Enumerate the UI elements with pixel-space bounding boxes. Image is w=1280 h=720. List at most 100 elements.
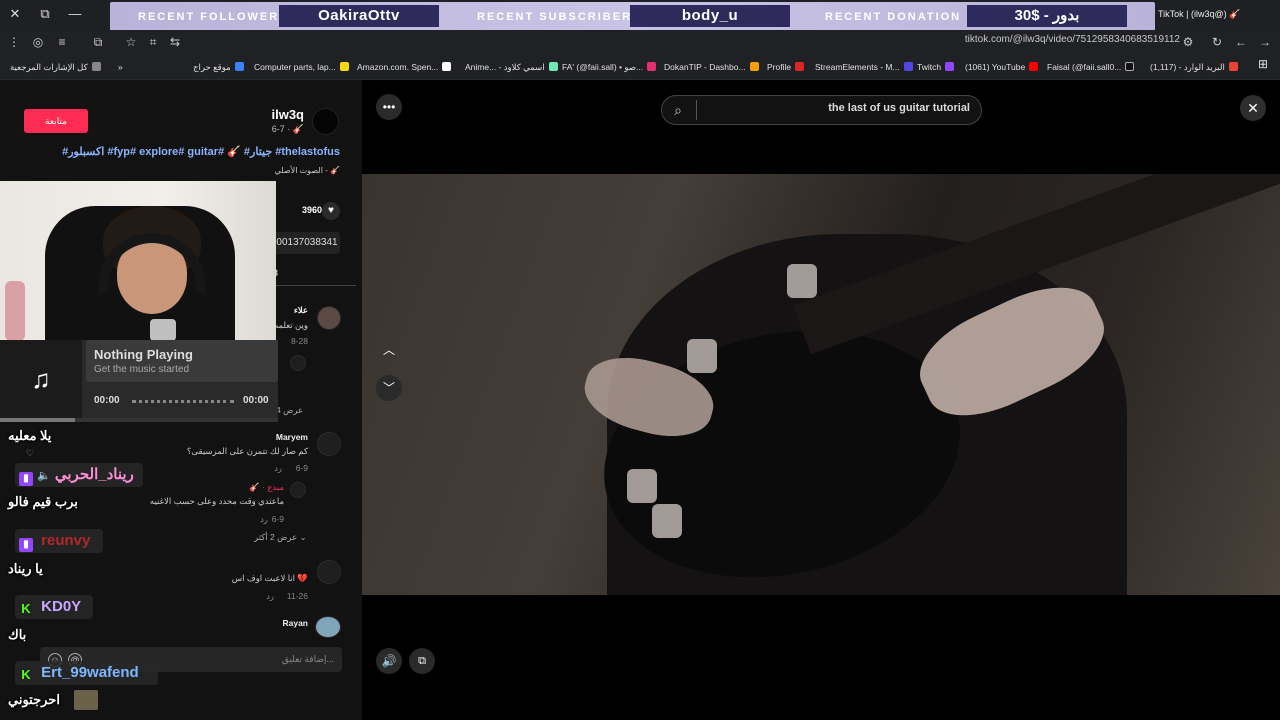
author-name[interactable]: ilw3q — [200, 107, 304, 122]
bookmark-label: Twitch — [917, 62, 942, 72]
forward-icon[interactable]: → — [1255, 32, 1275, 52]
copy-link-field[interactable]: 00137038341 — [274, 232, 340, 254]
search-query[interactable]: the last of us guitar tutorial — [698, 102, 970, 114]
recent-follower-value: OakiraOttv — [279, 5, 439, 27]
search-divider — [696, 100, 697, 120]
address-bar: ⋮ ◎ ≡ ⧉ ☆ ⌗ ⇆ tiktok.com/@ilw3q/video/75… — [0, 30, 1280, 54]
comment-user[interactable]: Rayan — [230, 618, 308, 628]
tab-divider — [276, 285, 356, 286]
search-icon[interactable]: ⌕ — [668, 100, 688, 120]
stream-overlay-bar: RECENT FOLLOWER OakiraOttv RECENT SUBSCR… — [110, 2, 1155, 31]
show-more-replies[interactable]: عرض 4 — [276, 405, 303, 416]
heart-icon[interactable]: ♥ — [322, 202, 340, 220]
restore-window-icon[interactable]: ⧉ — [34, 4, 56, 24]
more-icon[interactable]: ••• — [376, 94, 402, 120]
minimize-window-icon[interactable]: — — [64, 4, 86, 24]
bookmark-label: StreamElements - M... — [815, 62, 900, 72]
browser-tab[interactable]: TikTok | (ilw3q@) 🎸 — [1158, 4, 1258, 24]
reply-button[interactable]: رد — [260, 591, 274, 602]
comment-avatar[interactable] — [317, 306, 341, 330]
kick-icon: K — [19, 602, 33, 616]
recent-subscriber-label: RECENT SUBSCRIBER — [477, 11, 633, 23]
bookmark-profile[interactable]: Profile — [767, 60, 805, 74]
extensions-icon[interactable]: ⧉ — [88, 32, 108, 52]
profile-icon — [795, 62, 805, 71]
bookmark-amazon[interactable]: Amazon.com. Spen... — [357, 60, 452, 74]
bookmark-label: Anime... - اسمي كلاود — [465, 62, 545, 72]
bookmark-youtube[interactable]: (1061) YouTube — [965, 60, 1039, 74]
tiktok-icon — [1125, 62, 1135, 71]
post-date: 6-7 · 🎸 — [271, 124, 304, 134]
bookmarks-overflow-icon[interactable]: » — [118, 60, 123, 74]
comment-avatar[interactable] — [317, 560, 341, 584]
tune-icon[interactable]: ≡ — [52, 32, 72, 52]
bookmark-label: كل الإشارات المرجعية — [10, 62, 88, 72]
screenshot-icon[interactable]: ⌗ — [143, 32, 163, 52]
mute-icon: 🔈 — [37, 470, 51, 482]
video-player[interactable] — [362, 174, 1280, 595]
bookmark-tiktok[interactable]: Faisal (@faii.sall0... — [1047, 60, 1135, 74]
volume-icon[interactable]: 🔊 — [376, 648, 402, 674]
chrome-icon[interactable]: ◎ — [28, 32, 48, 52]
bookmark-label: Amazon.com. Spen... — [357, 62, 439, 72]
close-icon[interactable]: ✕ — [1240, 95, 1266, 121]
menu-icon[interactable]: ⋮ — [4, 32, 24, 52]
reload-icon[interactable]: ↻ — [1207, 32, 1227, 52]
comment-avatar[interactable] — [317, 432, 341, 456]
chat-user-tag: K Ert_99wafend — [15, 661, 158, 685]
instagram-icon — [647, 62, 657, 71]
reply-button[interactable]: رد — [262, 463, 282, 474]
now-playing-subtitle: Get the music started — [94, 364, 190, 375]
site-settings-icon[interactable]: ⚙ — [1178, 32, 1198, 52]
bookmark-anime[interactable]: Anime... - اسمي كلاود — [465, 60, 558, 74]
bookmark-streamelements[interactable]: StreamElements - M... — [815, 60, 913, 74]
track-bar — [132, 400, 234, 403]
progress-fill — [0, 418, 76, 422]
like-count: 3960 — [301, 205, 322, 215]
kick-icon: K — [19, 668, 33, 682]
chevron-up-icon[interactable]: ︿ — [376, 337, 402, 363]
chevron-down-icon[interactable]: ﹀ — [376, 375, 402, 401]
reply-button[interactable]: رد — [248, 514, 268, 525]
bookmark-instagram[interactable]: FA' (@faii.sall) • صو... — [562, 60, 657, 74]
comment-user[interactable]: Maryem — [230, 432, 308, 442]
twitch-icon: ▮ — [19, 472, 33, 486]
creator-tag: 🎸 · مبدع — [249, 482, 284, 492]
recent-donation-value: 30$ - بدور — [967, 5, 1127, 27]
bookmark-label: (1061) YouTube — [965, 62, 1026, 72]
bookmark-all[interactable]: كل الإشارات المرجعية — [10, 60, 101, 74]
apps-grid-icon[interactable]: ⊞ — [1258, 57, 1268, 71]
video-sticker — [627, 469, 657, 503]
video-area: ••• ⌕ the last of us guitar tutorial ✕ ︿… — [362, 80, 1280, 720]
bookmark-label: البريد الوارد - (1,117) — [1150, 62, 1225, 72]
chat-message: احرجتوني — [8, 692, 60, 707]
original-sound[interactable]: الصوت الأصلي - 🎸 — [150, 166, 340, 175]
close-window-icon[interactable]: ✕ — [4, 4, 26, 24]
comment-date: 11-26 — [286, 591, 308, 601]
bookmark-twitch[interactable]: Twitch — [917, 60, 955, 74]
bookmark-gmail[interactable]: البريد الوارد - (1,117) — [1150, 60, 1238, 74]
chat-user-tag: ▮ 🔈 ريناد_الحربي — [15, 463, 143, 487]
pip-icon[interactable]: ⧉ — [409, 648, 435, 674]
translate-icon[interactable]: ⇆ — [165, 32, 185, 52]
chat-message: برب قيم فالو — [8, 494, 78, 509]
comment-avatar[interactable] — [315, 616, 341, 638]
chat-username: KD0Y — [41, 598, 82, 615]
chat-message: يلا معليه — [8, 428, 52, 443]
author-avatar[interactable] — [312, 108, 339, 135]
bookmark-computer-parts[interactable]: Computer parts, lap... — [254, 60, 349, 74]
bookmark-haraj[interactable]: موقع حراج — [193, 60, 244, 74]
comment-text: ماعتدي وقت محدد وعلى حسب الاغنيه — [149, 496, 284, 506]
comment-text: كم صار لك تتمرن على المرسيقى؟ — [186, 446, 308, 456]
url-field[interactable]: tiktok.com/@ilw3q/video/7512958340683519… — [930, 34, 1180, 50]
bookmark-star-icon[interactable]: ☆ — [121, 32, 141, 52]
reply-avatar[interactable] — [290, 355, 306, 371]
show-more-replies[interactable]: عرض 2 أكثر ⌄ — [254, 532, 307, 543]
post-caption[interactable]: #اكسبلور #fyp# explore# guitar# 🎸 #جيتار… — [40, 145, 340, 158]
reply-avatar[interactable] — [290, 482, 306, 498]
bookmark-dokantip[interactable]: DokanTIP - Dashbo... — [664, 60, 759, 74]
video-sticker — [652, 504, 682, 538]
back-icon[interactable]: ← — [1231, 32, 1251, 52]
follow-button[interactable]: متابعة — [24, 109, 88, 133]
music-note-icon: ♫ — [0, 340, 82, 420]
